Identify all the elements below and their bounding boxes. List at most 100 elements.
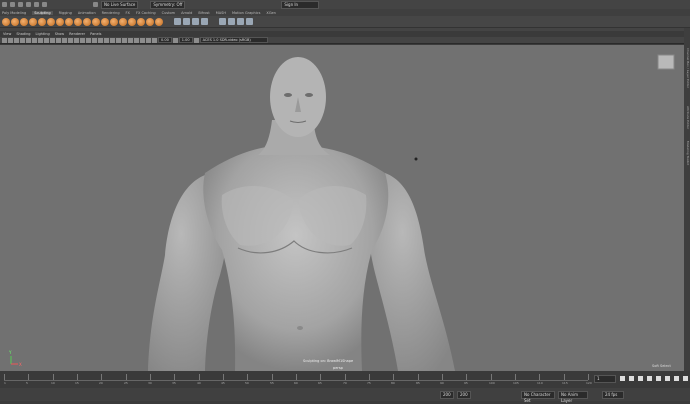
go-to-end-icon[interactable] [683, 376, 688, 381]
step-back-key-icon[interactable] [629, 376, 634, 381]
relax-tool-icon[interactable] [20, 17, 28, 26]
bulge-tool-icon[interactable] [137, 17, 145, 26]
wax-tool-icon[interactable] [92, 17, 100, 26]
antialiasing-icon[interactable] [116, 37, 121, 43]
sphere-icon[interactable] [228, 18, 235, 25]
smear-tool-icon[interactable] [128, 17, 136, 26]
ambient-occlusion-icon[interactable] [104, 37, 109, 43]
fill-tool-icon[interactable] [110, 17, 118, 26]
tab-rendering[interactable]: Rendering [102, 11, 120, 15]
undo-icon[interactable] [34, 2, 39, 7]
knife-tool-icon[interactable] [119, 17, 127, 26]
fps-dropdown[interactable]: 24 fps [602, 390, 624, 399]
step-forward-key-icon[interactable] [674, 376, 679, 381]
gate-mask-icon[interactable] [44, 37, 49, 43]
time-slider[interactable]: 1 5 10 15 20 25 30 35 40 45 50 55 60 65 70 75 80 85 90 95 10… [0, 371, 690, 388]
mesh-tool-icon[interactable] [174, 18, 181, 25]
play-backwards-icon[interactable] [647, 376, 652, 381]
tab-fx-caching[interactable]: FX Caching [136, 11, 156, 15]
resolution-gate-icon[interactable] [38, 37, 43, 43]
smooth-shade-icon[interactable] [74, 37, 79, 43]
gamma-field[interactable]: 1.00 [178, 37, 193, 43]
smooth-tool-icon[interactable] [11, 17, 19, 26]
tab-arnold[interactable]: Arnold [181, 11, 192, 15]
safe-title-icon[interactable] [62, 37, 67, 43]
sign-in-button[interactable]: Sign In [281, 0, 320, 9]
textured-icon[interactable] [86, 37, 91, 43]
tab-mash[interactable]: MASH [216, 11, 226, 15]
scrape-tool-icon[interactable] [101, 17, 109, 26]
camera-attributes-icon[interactable] [8, 37, 13, 43]
menu-view[interactable]: View [3, 32, 11, 36]
attribute-editor-tab[interactable]: Attribute Editor [684, 103, 690, 133]
select-camera-icon[interactable] [2, 37, 7, 43]
tab-animation[interactable]: Animation [78, 11, 96, 15]
tab-fx[interactable]: FX [126, 11, 130, 15]
film-gate-icon[interactable] [32, 37, 37, 43]
xray-icon[interactable] [134, 37, 139, 43]
go-to-start-icon[interactable] [620, 376, 625, 381]
view-cube[interactable] [657, 54, 675, 70]
tab-xgen[interactable]: XGen [266, 11, 275, 15]
live-surface-field[interactable]: No Live Surface [101, 0, 139, 9]
magnet-icon[interactable] [93, 2, 98, 7]
cube-icon[interactable] [219, 18, 226, 25]
tab-rigging[interactable]: Rigging [59, 11, 72, 15]
xray-joints-icon[interactable] [140, 37, 145, 43]
use-lights-icon[interactable] [92, 37, 97, 43]
anim-layer-dropdown[interactable]: No Anim Layer [558, 390, 588, 403]
grid-icon[interactable] [26, 37, 31, 43]
sculpt-tool-icon[interactable] [2, 17, 10, 26]
symmetry-dropdown[interactable]: Symmetry: Off [150, 0, 186, 9]
character-set-dropdown[interactable]: No Character Set [521, 390, 555, 403]
redo-icon[interactable] [42, 2, 47, 7]
backface-icon[interactable] [146, 37, 151, 43]
color-management-icon[interactable] [193, 37, 199, 43]
torus-icon[interactable] [246, 18, 253, 25]
step-forward-frame-icon[interactable] [665, 376, 670, 381]
image-plane-icon[interactable] [20, 37, 25, 43]
depth-of-field-icon[interactable] [122, 37, 127, 43]
current-frame-field[interactable]: 1 [594, 375, 616, 383]
mesh-tool-2-icon[interactable] [183, 18, 190, 25]
shadows-icon[interactable] [98, 37, 103, 43]
wireframe-on-shaded-icon[interactable] [80, 37, 85, 43]
viewport-persp[interactable]: Y X Sculpting on: BrawlM1Shape persp [0, 45, 684, 371]
range-end-field[interactable]: 200 [457, 390, 471, 399]
range-start-field[interactable]: 200 [440, 390, 454, 399]
tab-sculpting[interactable]: Sculpting [32, 10, 53, 15]
play-forwards-icon[interactable] [656, 376, 661, 381]
tab-poly-modeling[interactable]: Poly Modeling [2, 11, 26, 15]
spray-tool-icon[interactable] [65, 17, 73, 26]
amplify-tool-icon[interactable] [146, 17, 154, 26]
safe-action-icon[interactable] [56, 37, 61, 43]
channel-box-tab[interactable]: Channel Box / Layer Editor [684, 38, 690, 98]
pinch-tool-icon[interactable] [38, 17, 46, 26]
mesh-tool-3-icon[interactable] [192, 18, 199, 25]
motion-blur-icon[interactable] [110, 37, 115, 43]
modeling-toolkit-tab[interactable]: Modeling Toolkit [684, 138, 690, 168]
open-scene-icon[interactable] [18, 2, 23, 7]
repeat-tool-icon[interactable] [74, 17, 82, 26]
exposure-field[interactable]: 0.00 [158, 37, 172, 43]
foamy-tool-icon[interactable] [56, 17, 64, 26]
wireframe-icon[interactable] [68, 37, 73, 43]
cylinder-icon[interactable] [237, 18, 244, 25]
field-chart-icon[interactable] [50, 37, 55, 43]
menu-icon[interactable] [2, 2, 7, 7]
menu-shading[interactable]: Shading [16, 32, 30, 36]
bookmark-icon[interactable] [14, 37, 19, 43]
time-ticks[interactable] [4, 374, 589, 381]
colorspace-dropdown[interactable]: ACES 1.0 SDR-video (sRGB) [199, 37, 268, 43]
isolate-select-icon[interactable] [128, 37, 133, 43]
flatten-tool-icon[interactable] [47, 17, 55, 26]
menu-renderer[interactable]: Renderer [69, 32, 85, 36]
tab-custom[interactable]: Custom [162, 11, 175, 15]
mesh-tool-4-icon[interactable] [201, 18, 208, 25]
tab-motion-graphics[interactable]: Motion Graphics [232, 11, 260, 15]
save-scene-icon[interactable] [26, 2, 31, 7]
menu-show[interactable]: Show [55, 32, 64, 36]
freeze-tool-icon[interactable] [155, 17, 163, 26]
grab-tool-icon[interactable] [29, 17, 37, 26]
imprint-tool-icon[interactable] [83, 17, 91, 26]
